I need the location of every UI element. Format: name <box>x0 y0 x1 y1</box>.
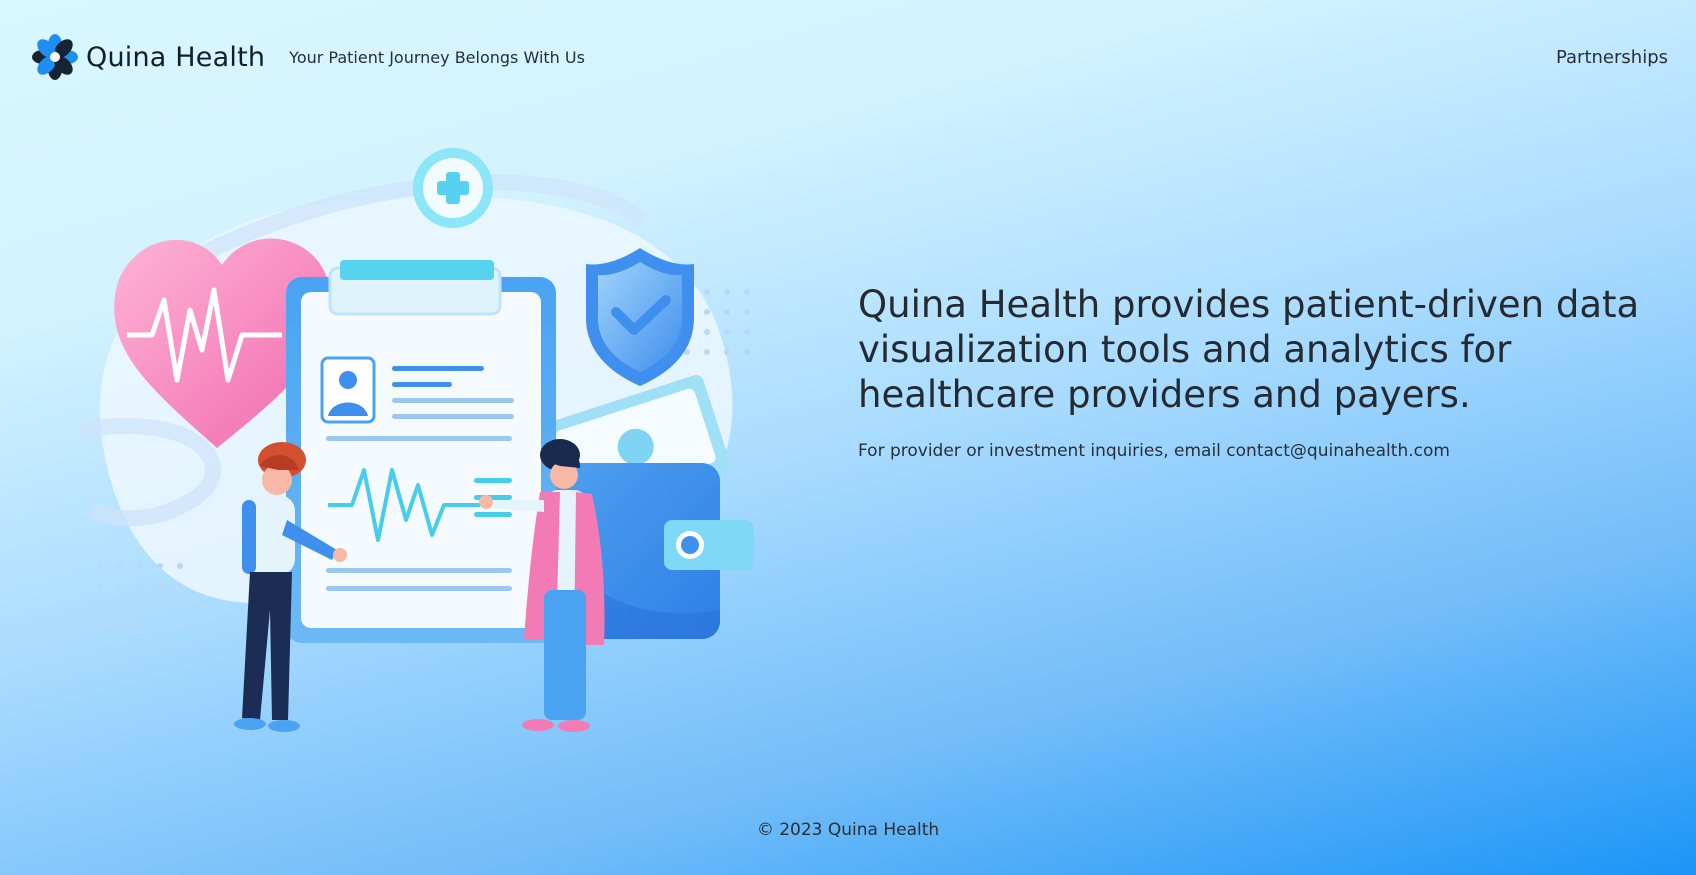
logo-link[interactable]: Quina Health <box>32 33 265 81</box>
hero-section: Quina Health provides patient-driven dat… <box>858 282 1668 461</box>
copyright-text: © 2023 Quina Health <box>756 820 940 840</box>
brand-name: Quina Health <box>86 41 266 73</box>
tagline: Your Patient Journey Belongs With Us <box>289 47 585 67</box>
hero-headline: Quina Health provides patient-driven dat… <box>858 283 1640 416</box>
nav-link-partnerships[interactable]: Partnerships <box>1556 47 1668 68</box>
contact-line[interactable]: For provider or investment inquiries, em… <box>858 441 1668 461</box>
quina-flower-logo-icon <box>32 34 78 80</box>
medical-clipboard-illustration <box>82 148 754 732</box>
site-footer: © 2023 Quina Health <box>0 820 1696 840</box>
site-header: Quina Health Your Patient Journey Belong… <box>32 30 1668 84</box>
